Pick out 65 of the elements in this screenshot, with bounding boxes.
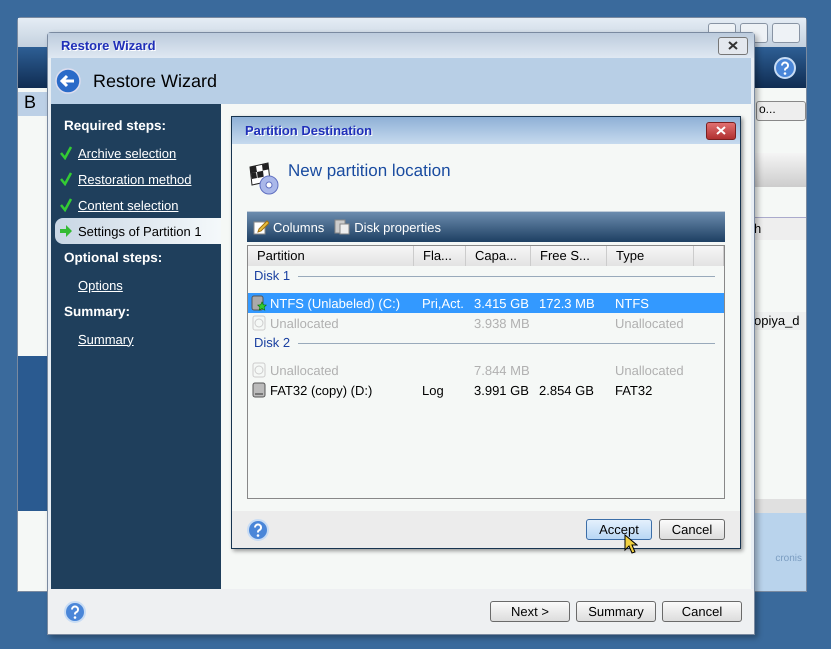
table-cell-text: Log	[421, 382, 445, 398]
dialog-title: Partition Destination	[245, 123, 372, 138]
wizard-step[interactable]: Archive selection	[51, 140, 221, 166]
section-heading: Required steps:	[63, 117, 168, 135]
dialog-button[interactable]: Accept	[586, 519, 652, 540]
scrollbar[interactable]	[754, 499, 806, 513]
drive-icon	[251, 362, 267, 378]
table-cell-text: Unallocated	[614, 316, 685, 330]
table-cell: Unallocated	[248, 362, 414, 378]
column-header[interactable]: Partition	[248, 246, 414, 266]
table-cell: NTFS (Unlabeled) (C:)	[248, 295, 414, 311]
close-button[interactable]	[706, 122, 736, 140]
group-label: Disk 2	[254, 334, 290, 352]
table-cell-text: 3.415 GB	[473, 296, 530, 310]
toolbar-band	[754, 153, 806, 187]
table-cell-text: NTFS	[614, 296, 650, 310]
table-cell-text: 7.844 MB	[473, 362, 531, 378]
window-title: Restore Wizard	[61, 38, 156, 53]
section-heading: Summary:	[63, 303, 132, 321]
browse-button[interactable]: o...	[756, 101, 806, 121]
close-icon	[715, 126, 727, 135]
wizard-button[interactable]: Next >	[490, 601, 570, 622]
wizard-step[interactable]: Options	[51, 272, 221, 298]
wizard-button[interactable]: Cancel	[662, 601, 742, 622]
partition-row[interactable]: FAT32 (copy) (D:) Log 3.991 GB 2.854 GB FAT32	[248, 380, 724, 400]
checkered-flag-disk-icon	[248, 160, 280, 194]
column-header[interactable]: h	[754, 217, 806, 240]
section-heading: Optional steps:	[63, 249, 164, 267]
wizard-step[interactable]: Summary	[51, 326, 221, 352]
wizard-step[interactable]: Settings of Partition 1	[55, 218, 221, 244]
table-cell: FAT32 (copy) (D:)	[248, 382, 414, 398]
table-cell-text: FAT32	[614, 382, 654, 398]
dialog-button[interactable]: Cancel	[659, 519, 725, 540]
column-header[interactable]: Capa...	[466, 246, 531, 266]
help-icon[interactable]	[774, 56, 796, 78]
table-cell-text: 2.854 GB	[538, 382, 595, 398]
table-cell: Unallocated	[248, 315, 414, 331]
wizard-step[interactable]: Content selection	[51, 192, 221, 218]
drive-icon	[251, 382, 267, 398]
drive-icon	[251, 315, 267, 331]
table-cell-text: 3.938 MB	[473, 316, 531, 330]
table-cell-text: 3.991 GB	[473, 382, 530, 398]
toolbar-button[interactable]: Columns	[253, 219, 324, 235]
column-header[interactable]: Fla...	[414, 246, 466, 266]
group-label: Disk 1	[254, 267, 290, 285]
dialog-heading: New partition location	[288, 160, 451, 180]
wizard-heading: Restore Wizard	[93, 70, 218, 92]
wizard-step[interactable]: Restoration method	[51, 166, 221, 192]
logo-text: cronis	[775, 553, 802, 564]
column-header[interactable]: Type	[607, 246, 694, 266]
note-pencil-icon	[253, 219, 269, 235]
wizard-button[interactable]: Summary	[576, 601, 656, 622]
close-icon	[727, 41, 739, 50]
arrow-icon	[59, 224, 73, 238]
section-title: B	[18, 92, 49, 116]
column-header[interactable]: Free S...	[531, 246, 607, 266]
toolbar-button[interactable]: Disk properties	[334, 219, 441, 235]
close-button[interactable]	[718, 36, 748, 54]
document-icon	[334, 219, 350, 235]
table-cell-text: Pri,Act.	[421, 296, 465, 310]
table-cell: opiya_d	[754, 312, 806, 330]
table-cell-text: 172.3 MB	[538, 296, 596, 310]
table-cell-text: Unallocated	[614, 362, 685, 378]
back-icon[interactable]	[55, 68, 81, 94]
drive-star-icon	[251, 295, 267, 311]
